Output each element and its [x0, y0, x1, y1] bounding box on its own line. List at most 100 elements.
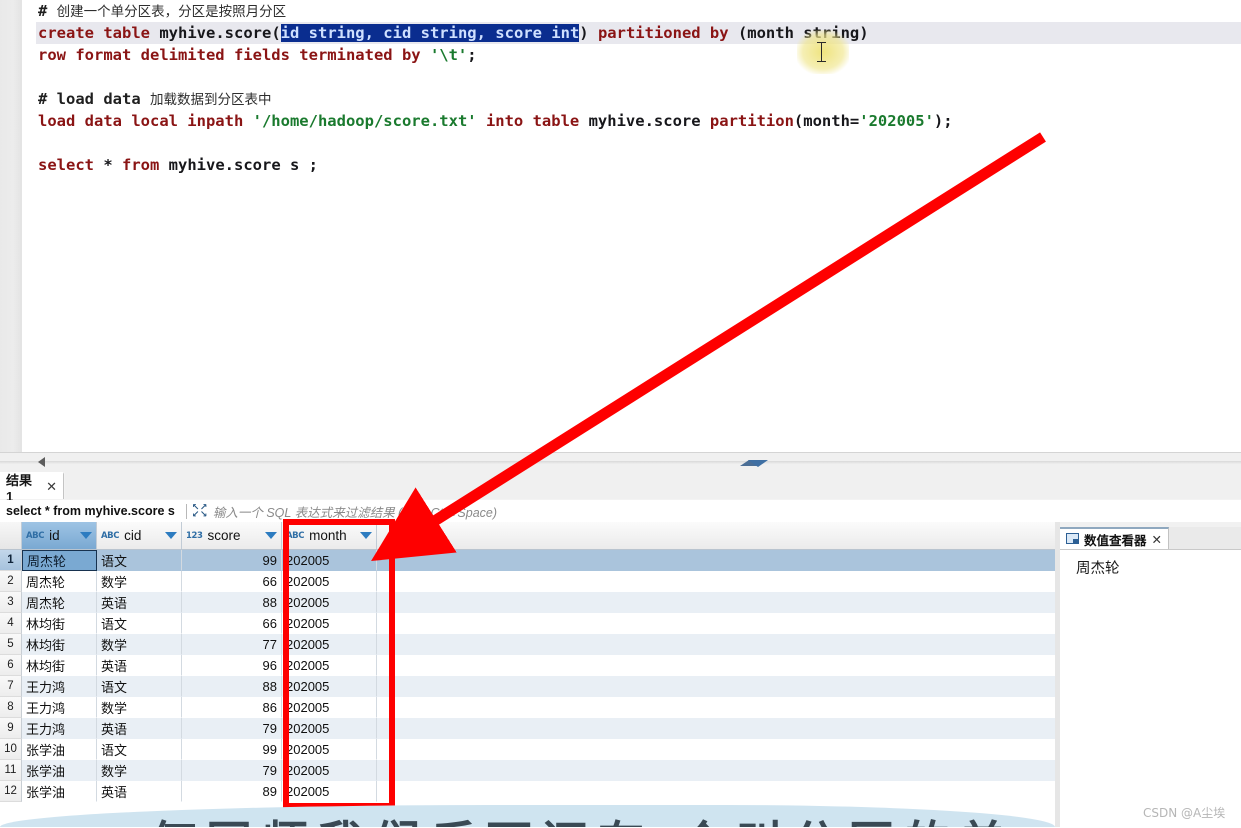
cell-id[interactable]: 张学油 [22, 781, 97, 802]
cell-month[interactable]: 202005 [282, 760, 377, 781]
table-row[interactable]: 1 周杰轮 语文 99 202005 [0, 550, 1055, 571]
row-number[interactable]: 9 [0, 718, 22, 739]
cell-cid[interactable]: 语文 [97, 739, 182, 760]
cell-id[interactable]: 张学油 [22, 760, 97, 781]
table-row[interactable]: 7 王力鸿 语文 88 202005 [0, 676, 1055, 697]
code-line-4[interactable] [36, 66, 1241, 88]
row-number[interactable]: 1 [0, 550, 22, 571]
row-number[interactable]: 2 [0, 571, 22, 592]
cell-month[interactable]: 202005 [282, 781, 377, 802]
cell-score[interactable]: 66 [182, 613, 282, 634]
cell-score[interactable]: 86 [182, 697, 282, 718]
cell-id[interactable]: 周杰轮 [22, 571, 97, 592]
row-number[interactable]: 5 [0, 634, 22, 655]
cell-score[interactable]: 88 [182, 676, 282, 697]
sql-editor-pane[interactable]: # 创建一个单分区表，分区是按照月分区 create table myhive.s… [0, 0, 1241, 452]
cell-score[interactable]: 89 [182, 781, 282, 802]
cell-month[interactable]: 202005 [282, 550, 377, 571]
table-row[interactable]: 9 王力鸿 英语 79 202005 [0, 718, 1055, 739]
cell-score[interactable]: 99 [182, 739, 282, 760]
row-number[interactable]: 4 [0, 613, 22, 634]
code-line-7[interactable] [36, 132, 1241, 154]
table-row[interactable]: 10 张学油 语文 99 202005 [0, 739, 1055, 760]
table-row[interactable]: 12 张学油 英语 89 202005 [0, 781, 1055, 802]
grid-body[interactable]: 1 周杰轮 语文 99 202005 2 周杰轮 数学 66 202005 3 周杰轮 英语 88 2020… [0, 550, 1055, 802]
table-row[interactable]: 6 林均街 英语 96 202005 [0, 655, 1055, 676]
table-row[interactable]: 4 林均街 语文 66 202005 [0, 613, 1055, 634]
cell-cid[interactable]: 语文 [97, 613, 182, 634]
code-line-3[interactable]: row format delimited fields terminated b… [36, 44, 1241, 66]
column-header-month[interactable]: ABC month [282, 522, 377, 549]
cell-id[interactable]: 周杰轮 [22, 592, 97, 613]
cell-cid[interactable]: 英语 [97, 718, 182, 739]
row-number[interactable]: 11 [0, 760, 22, 781]
cell-id[interactable]: 林均街 [22, 613, 97, 634]
scroll-left-arrow-icon[interactable] [38, 457, 45, 467]
row-number[interactable]: 6 [0, 655, 22, 676]
cell-id[interactable]: 林均街 [22, 634, 97, 655]
cell-score[interactable]: 77 [182, 634, 282, 655]
cell-id[interactable]: 王力鸿 [22, 697, 97, 718]
expand-icon[interactable]: ↖ ↗ ↙ ↘ [192, 503, 208, 519]
result-grid[interactable]: ABC id ABC cid 123 score ABC month 1 周杰轮 语文 99 2020… [0, 522, 1055, 827]
tab-result-1[interactable]: 结果 1 ✕ [0, 472, 64, 504]
cell-id[interactable]: 张学油 [22, 739, 97, 760]
sql-code-area[interactable]: # 创建一个单分区表，分区是按照月分区 create table myhive.s… [36, 0, 1241, 452]
table-row[interactable]: 5 林均街 数学 77 202005 [0, 634, 1055, 655]
column-filter-chevron-down-icon[interactable] [265, 532, 277, 539]
grid-corner-cell[interactable] [0, 522, 22, 549]
code-line-2[interactable]: create table myhive.score(id string, cid… [36, 22, 1241, 44]
cell-month[interactable]: 202005 [282, 655, 377, 676]
table-row[interactable]: 3 周杰轮 英语 88 202005 [0, 592, 1055, 613]
scrollbar-track[interactable] [0, 461, 1241, 464]
cell-score[interactable]: 99 [182, 550, 282, 571]
column-header-id[interactable]: ABC id [22, 522, 97, 549]
cell-cid[interactable]: 数学 [97, 760, 182, 781]
cell-month[interactable]: 202005 [282, 697, 377, 718]
cell-cid[interactable]: 英语 [97, 592, 182, 613]
row-number[interactable]: 7 [0, 676, 22, 697]
cell-month[interactable]: 202005 [282, 571, 377, 592]
row-number[interactable]: 3 [0, 592, 22, 613]
cell-cid[interactable]: 语文 [97, 550, 182, 571]
filter-input[interactable]: 输入一个 SQL 表达式来过滤结果 (使用 Ctrl+Space) [213, 502, 497, 521]
column-header-cid[interactable]: ABC cid [97, 522, 182, 549]
code-line-5[interactable]: # load data 加载数据到分区表中 [36, 88, 1241, 110]
cell-cid[interactable]: 数学 [97, 634, 182, 655]
cell-score[interactable]: 66 [182, 571, 282, 592]
chevron-down-icon[interactable] [748, 460, 768, 467]
cell-score[interactable]: 79 [182, 760, 282, 781]
row-number[interactable]: 10 [0, 739, 22, 760]
cell-id[interactable]: 林均街 [22, 655, 97, 676]
value-viewer-body[interactable]: 周杰轮 [1060, 549, 1241, 828]
cell-id[interactable]: 王力鸿 [22, 718, 97, 739]
cell-month[interactable]: 202005 [282, 676, 377, 697]
row-number[interactable]: 8 [0, 697, 22, 718]
cell-score[interactable]: 79 [182, 718, 282, 739]
cell-month[interactable]: 202005 [282, 634, 377, 655]
cell-id[interactable]: 周杰轮 [22, 550, 97, 571]
cell-score[interactable]: 96 [182, 655, 282, 676]
result-filter-bar[interactable]: select * from myhive.score s ↖ ↗ ↙ ↘ 输入一… [0, 500, 1241, 523]
close-icon[interactable]: ✕ [46, 479, 57, 495]
column-filter-chevron-down-icon[interactable] [165, 532, 177, 539]
code-line-6[interactable]: load data local inpath '/home/hadoop/sco… [36, 110, 1241, 132]
column-filter-chevron-down-icon[interactable] [360, 532, 372, 539]
cell-cid[interactable]: 数学 [97, 571, 182, 592]
code-line-8[interactable]: select * from myhive.score s ; [36, 154, 1241, 176]
cell-cid[interactable]: 英语 [97, 655, 182, 676]
cell-cid[interactable]: 数学 [97, 697, 182, 718]
cell-cid[interactable]: 语文 [97, 676, 182, 697]
cell-month[interactable]: 202005 [282, 739, 377, 760]
table-row[interactable]: 2 周杰轮 数学 66 202005 [0, 571, 1055, 592]
code-line-1[interactable]: # 创建一个单分区表，分区是按照月分区 [36, 0, 1241, 22]
cell-month[interactable]: 202005 [282, 613, 377, 634]
cell-cid[interactable]: 英语 [97, 781, 182, 802]
table-row[interactable]: 11 张学油 数学 79 202005 [0, 760, 1055, 781]
close-icon[interactable]: ✕ [1152, 532, 1162, 547]
column-filter-chevron-down-icon[interactable] [80, 532, 92, 539]
editor-horizontal-scrollbar[interactable] [0, 452, 1241, 473]
tab-value-viewer[interactable]: 数值查看器 ✕ [1060, 527, 1169, 549]
cell-month[interactable]: 202005 [282, 592, 377, 613]
row-number[interactable]: 12 [0, 781, 22, 802]
